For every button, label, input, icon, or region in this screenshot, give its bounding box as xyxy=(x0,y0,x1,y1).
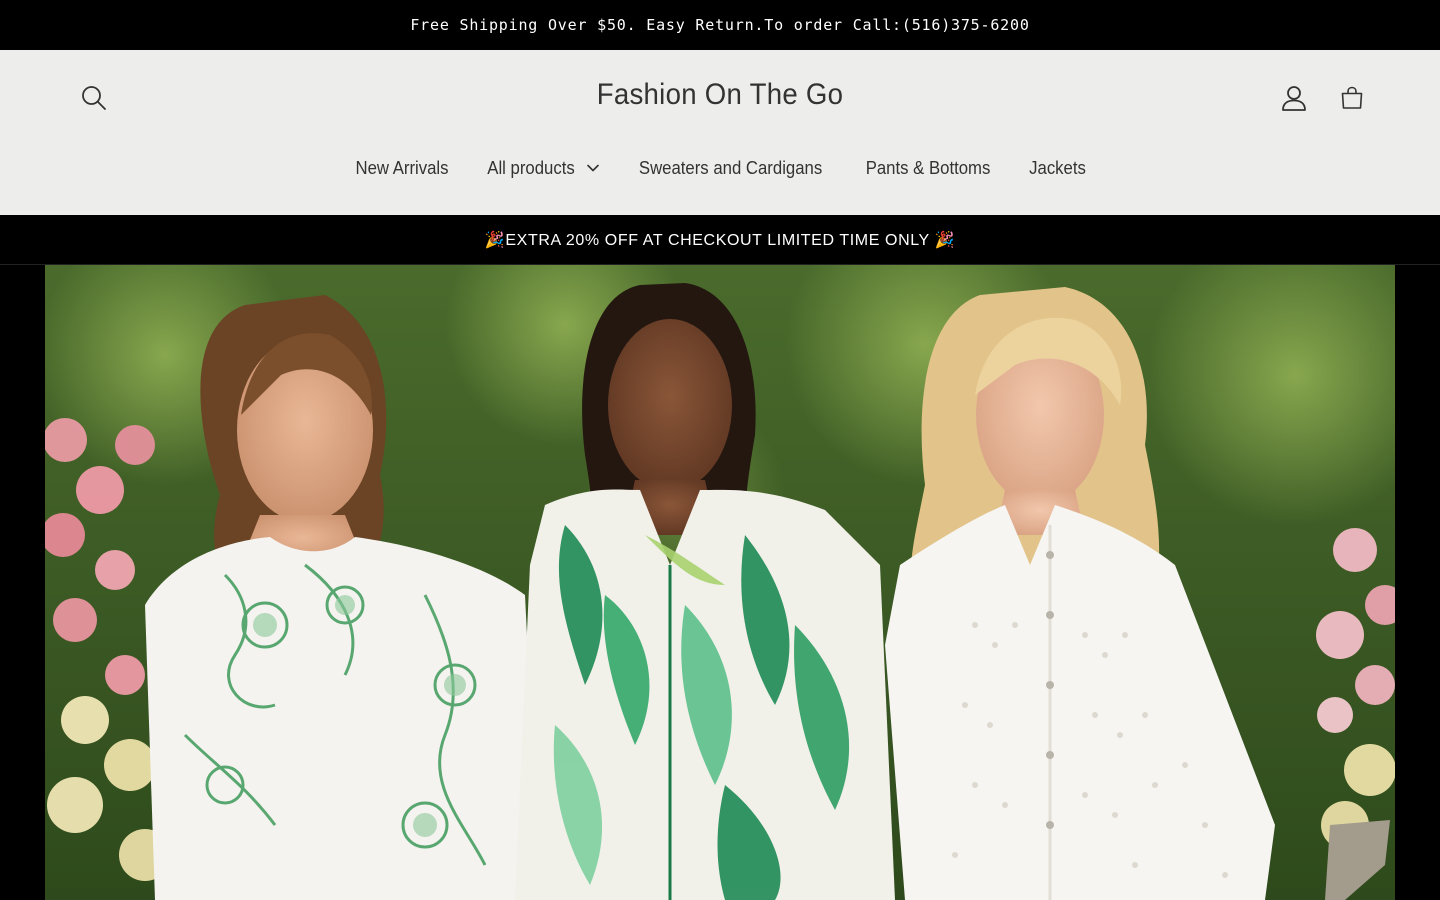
nav-item-pants-and-bottoms[interactable]: Pants & Bottoms xyxy=(845,158,1011,179)
cart-button[interactable] xyxy=(1338,84,1366,112)
chevron-down-icon xyxy=(587,164,599,172)
nav-item-new-arrivals[interactable]: New Arrivals xyxy=(336,158,468,179)
nav-item-label: Jackets xyxy=(1029,157,1087,178)
store-name: Fashion On The Go xyxy=(596,78,844,111)
nav-item-sweaters-and-cardigans[interactable]: Sweaters and Cardigans xyxy=(616,158,845,179)
hero-banner[interactable] xyxy=(45,265,1395,900)
account-icon xyxy=(1282,86,1306,111)
announcement-text: Free Shipping Over $50. Easy Return.To o… xyxy=(410,16,1030,34)
account-button[interactable] xyxy=(1280,84,1308,112)
promo-banner[interactable]: 🎉EXTRA 20% OFF AT CHECKOUT LIMITED TIME … xyxy=(0,215,1440,265)
main-navigation: New Arrivals All products Sweaters and C… xyxy=(0,154,1440,182)
nav-item-label: Sweaters and Cardigans xyxy=(638,157,823,178)
announcement-bar: Free Shipping Over $50. Easy Return.To o… xyxy=(0,0,1440,50)
nav-item-all-products[interactable]: All products xyxy=(468,158,616,179)
nav-item-label: New Arrivals xyxy=(355,157,449,178)
hero-image xyxy=(45,265,1395,900)
cart-icon xyxy=(1341,86,1363,109)
nav-item-jackets[interactable]: Jackets xyxy=(1011,158,1104,179)
nav-item-label: Pants & Bottoms xyxy=(865,157,991,178)
promo-text: 🎉EXTRA 20% OFF AT CHECKOUT LIMITED TIME … xyxy=(484,231,956,249)
nav-item-label: All products xyxy=(487,157,575,178)
store-logo[interactable]: Fashion On The Go xyxy=(0,78,1440,112)
site-header: Fashion On The Go New Arrivals All produ… xyxy=(0,50,1440,215)
